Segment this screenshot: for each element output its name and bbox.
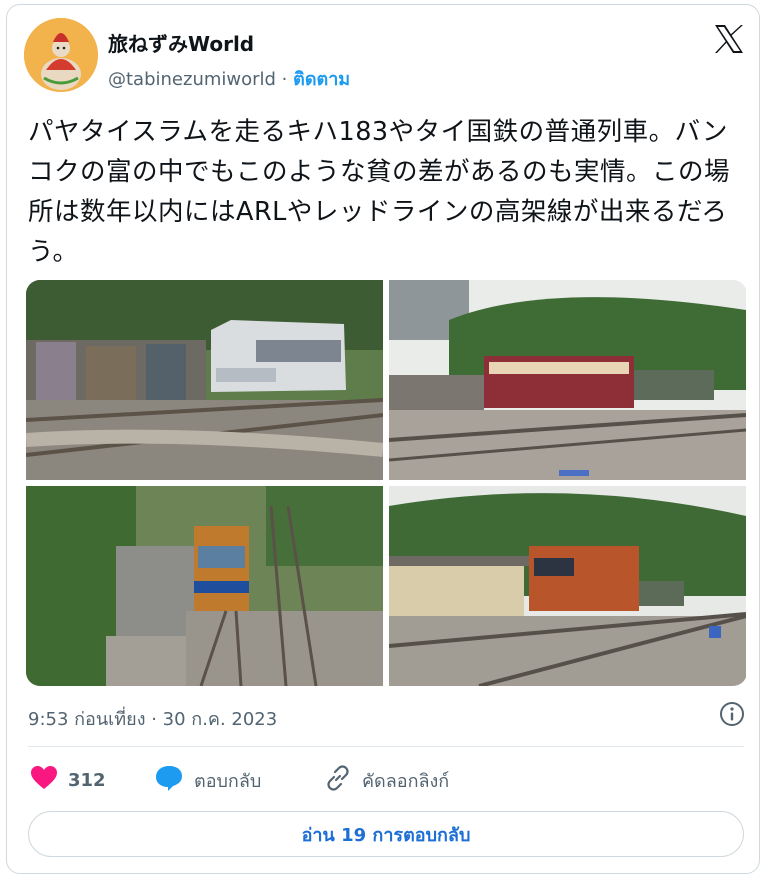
photo-4[interactable] [389, 486, 746, 686]
photo-3[interactable] [26, 486, 383, 686]
divider [28, 746, 744, 747]
display-name[interactable]: 旅ねずみWorld [108, 28, 254, 57]
avatar[interactable] [24, 18, 98, 92]
follow-link[interactable]: ติดตาม [293, 69, 350, 90]
tweet-text: パヤタイスラムを走るキハ183やタイ国鉄の普通列車。バンコクの富の中でもこのよう… [28, 117, 731, 267]
copy-link-label: คัดลอกลิงก์ [362, 770, 450, 792]
separator: · [275, 69, 294, 90]
handle-row: @tabinezumiworld · ติดตาม [108, 64, 350, 93]
reply-bubble-icon [154, 764, 184, 797]
link-icon [324, 764, 352, 797]
timestamp[interactable]: 9:53 ก่อนเที่ยง · 30 ก.ค. 2023 [28, 704, 277, 733]
copy-link-button[interactable]: คัดลอกลิงก์ [324, 764, 449, 796]
info-icon[interactable] [718, 700, 746, 728]
photo-1[interactable] [26, 280, 383, 480]
x-logo-icon[interactable] [712, 22, 746, 56]
reply-label: ตอบกลับ [194, 770, 262, 792]
like-count: 312 [68, 769, 106, 791]
reply-button[interactable]: ตอบกลับ [154, 764, 261, 796]
media-grid[interactable] [26, 280, 747, 686]
like-button[interactable]: 312 [30, 764, 106, 796]
user-handle[interactable]: @tabinezumiworld [108, 69, 276, 90]
photo-2[interactable] [389, 280, 746, 480]
read-replies-button[interactable]: อ่าน 19 การตอบกลับ [28, 811, 744, 857]
heart-icon [30, 765, 58, 796]
